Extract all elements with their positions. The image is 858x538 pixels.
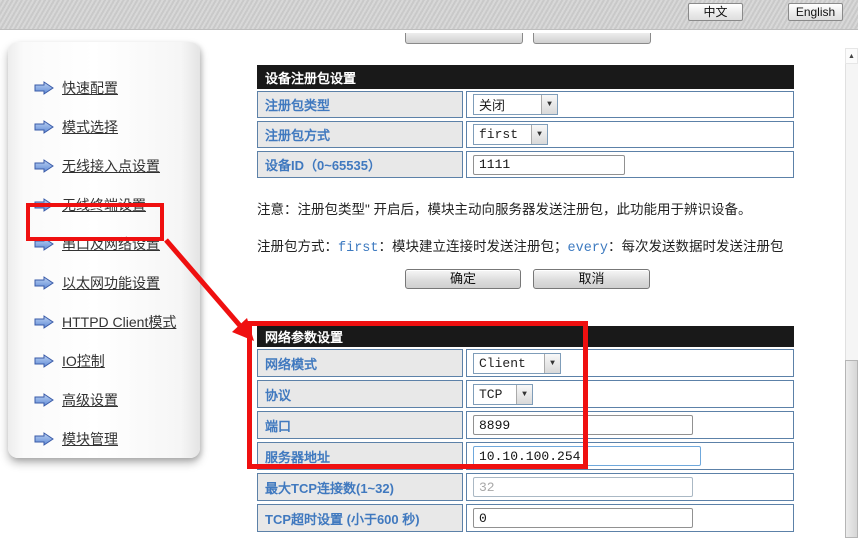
right-arrow-icon	[34, 198, 54, 212]
select-value: TCP	[479, 387, 502, 402]
sidebar-item-mode-select[interactable]: 模式选择	[8, 107, 200, 146]
row-label: TCP超时设置 (小于600 秒)	[257, 504, 463, 532]
sidebar-item-label: 串口及网络设置	[62, 234, 160, 254]
table-row: 网络模式 Client ▼	[257, 349, 794, 377]
sidebar-item-label: HTTPD Client模式	[62, 312, 176, 332]
chevron-down-icon: ▼	[516, 385, 532, 404]
right-arrow-icon	[34, 120, 54, 134]
network-mode-select[interactable]: Client ▼	[473, 353, 561, 374]
table-row: 设备ID（0~65535）	[257, 151, 794, 178]
sidebar-item-advanced-settings[interactable]: 高级设置	[8, 380, 200, 419]
protocol-select[interactable]: TCP ▼	[473, 384, 533, 405]
top-language-bar: 中文 English	[0, 0, 858, 30]
right-arrow-icon	[34, 276, 54, 290]
sidebar-item-httpd-client-mode[interactable]: HTTPD Client模式	[8, 302, 200, 341]
select-value: first	[479, 127, 518, 142]
table-title: 设备注册包设置	[257, 65, 794, 89]
sidebar-item-serial-network-settings[interactable]: 串口及网络设置	[8, 224, 200, 263]
table-row: TCP超时设置 (小于600 秒)	[257, 504, 794, 532]
right-arrow-icon	[34, 159, 54, 173]
sidebar-item-label: 以太网功能设置	[62, 273, 160, 293]
sidebar-item-label: 高级设置	[62, 390, 118, 410]
sidebar-nav: 快速配置 模式选择 无线接入点设置 无线终端设置 串口及网络设置 以太网功能设置…	[8, 42, 200, 458]
table-row: 注册包类型 关闭 ▼	[257, 91, 794, 118]
sidebar-item-label: 模块管理	[62, 429, 118, 449]
select-value: 关闭	[479, 95, 505, 114]
chevron-down-icon: ▼	[531, 125, 547, 144]
chevron-down-icon: ▼	[544, 354, 560, 373]
chinese-language-button[interactable]: 中文	[688, 3, 743, 21]
english-language-button[interactable]: English	[788, 3, 843, 21]
row-label: 网络模式	[257, 349, 463, 377]
port-input[interactable]	[473, 415, 693, 435]
sidebar-item-wireless-terminal-settings[interactable]: 无线终端设置	[8, 185, 200, 224]
sidebar-item-wireless-ap-settings[interactable]: 无线接入点设置	[8, 146, 200, 185]
row-label: 端口	[257, 411, 463, 439]
table-row: 服务器地址	[257, 442, 794, 470]
chevron-down-icon: ▼	[541, 95, 557, 114]
right-arrow-icon	[34, 354, 54, 368]
tcp-timeout-input[interactable]	[473, 508, 693, 528]
table-row: 端口	[257, 411, 794, 439]
row-label: 注册包方式	[257, 121, 463, 148]
sidebar-item-ethernet-settings[interactable]: 以太网功能设置	[8, 263, 200, 302]
row-label: 最大TCP连接数(1~32)	[257, 473, 463, 501]
sidebar-item-label: 快速配置	[62, 78, 118, 98]
ok-button[interactable]: 确定	[405, 269, 521, 289]
right-arrow-icon	[34, 237, 54, 251]
note-register-method: 注册包方式：first：模块建立连接时发送注册包；every：每次发送数据时发送…	[257, 235, 784, 256]
right-arrow-icon	[34, 81, 54, 95]
row-label: 设备ID（0~65535）	[257, 151, 463, 178]
table-title: 网络参数设置	[257, 326, 794, 347]
cutoff-cancel-button[interactable]	[533, 33, 651, 44]
table-row: 最大TCP连接数(1~32)	[257, 473, 794, 501]
sidebar-item-module-management[interactable]: 模块管理	[8, 419, 200, 458]
cutoff-ok-button[interactable]	[405, 33, 523, 44]
right-arrow-icon	[34, 393, 54, 407]
register-type-select[interactable]: 关闭 ▼	[473, 94, 558, 115]
scrollbar-thumb[interactable]	[845, 360, 858, 538]
device-id-input[interactable]	[473, 155, 625, 175]
scroll-up-icon[interactable]: ▲	[845, 48, 858, 64]
sidebar-item-io-control[interactable]: IO控制	[8, 341, 200, 380]
sidebar-item-label: 无线接入点设置	[62, 156, 160, 176]
sidebar-item-quick-config[interactable]: 快速配置	[8, 68, 200, 107]
sidebar-item-label: IO控制	[62, 351, 105, 371]
sidebar-item-label: 模式选择	[62, 117, 118, 137]
max-tcp-connections-input	[473, 477, 693, 497]
row-label: 服务器地址	[257, 442, 463, 470]
select-value: Client	[479, 356, 526, 371]
network-params-table: 网络参数设置 网络模式 Client ▼ 协议 TCP ▼ 端口	[257, 326, 794, 532]
register-method-select[interactable]: first ▼	[473, 124, 548, 145]
right-arrow-icon	[34, 315, 54, 329]
device-register-table: 设备注册包设置 注册包类型 关闭 ▼ 注册包方式 first ▼ 设备ID（0~…	[257, 65, 794, 178]
cancel-button[interactable]: 取消	[533, 269, 650, 289]
sidebar-item-label: 无线终端设置	[62, 195, 146, 215]
row-label: 注册包类型	[257, 91, 463, 118]
table-row: 协议 TCP ▼	[257, 380, 794, 408]
note-register-type: 注意：注册包类型" 开启后，模块主动向服务器发送注册包，此功能用于辨识设备。	[257, 198, 752, 218]
right-arrow-icon	[34, 432, 54, 446]
server-address-input[interactable]	[473, 446, 701, 466]
table-row: 注册包方式 first ▼	[257, 121, 794, 148]
row-label: 协议	[257, 380, 463, 408]
